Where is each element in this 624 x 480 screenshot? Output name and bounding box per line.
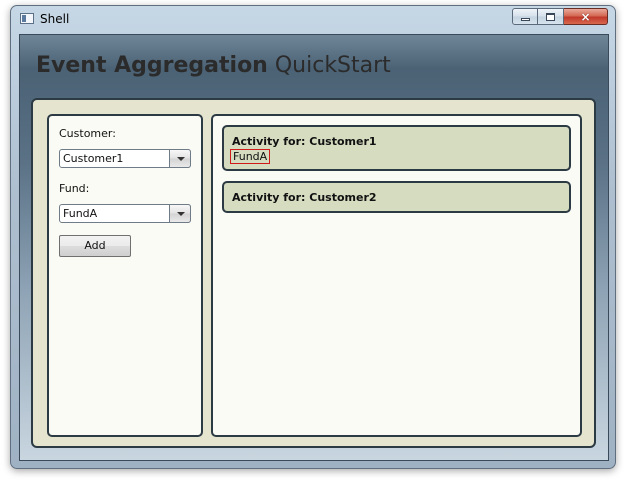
activity-header: Activity for: Customer1 <box>232 135 377 148</box>
main-frame: Customer: Customer1 Fund: FundA Add Acti… <box>31 98 596 448</box>
caption-buttons: × <box>512 8 608 26</box>
activity-card-customer2: Activity for: Customer2 <box>222 181 571 213</box>
fund-combobox-value: FundA <box>63 207 98 220</box>
fund-combobox[interactable]: FundA <box>59 204 191 223</box>
maximize-button[interactable] <box>538 8 564 25</box>
page-title: Event Aggregation QuickStart <box>36 53 391 78</box>
subscriber-panel: Customer: Customer1 Fund: FundA Add <box>47 114 203 437</box>
fund-label: Fund: <box>59 182 90 195</box>
chevron-down-icon[interactable] <box>169 204 191 223</box>
page-title-light: QuickStart <box>267 53 391 78</box>
customer-combobox-value: Customer1 <box>63 152 124 165</box>
close-button[interactable]: × <box>564 8 608 25</box>
customer-label: Customer: <box>59 127 116 140</box>
window-icon[interactable] <box>20 13 34 24</box>
chevron-down-icon[interactable] <box>169 149 191 168</box>
page-title-bold: Event Aggregation <box>36 53 268 78</box>
window-title: Shell <box>40 12 70 26</box>
client-area: Event Aggregation QuickStart Customer: C… <box>19 34 609 461</box>
activity-panel: Activity for: Customer1 FundA Activity f… <box>211 114 582 437</box>
add-button[interactable]: Add <box>59 235 131 257</box>
customer-combobox[interactable]: Customer1 <box>59 149 191 168</box>
close-icon: × <box>580 9 591 24</box>
activity-card-customer1: Activity for: Customer1 FundA <box>222 125 571 171</box>
fund-entry: FundA <box>230 149 271 164</box>
minimize-button[interactable] <box>512 8 538 25</box>
app-window: Shell × Event Aggregation QuickStart Cus… <box>10 5 616 469</box>
activity-header: Activity for: Customer2 <box>232 191 377 204</box>
minimize-icon <box>513 9 537 24</box>
maximize-icon <box>538 9 563 24</box>
title-bar[interactable]: Shell × <box>11 6 615 34</box>
